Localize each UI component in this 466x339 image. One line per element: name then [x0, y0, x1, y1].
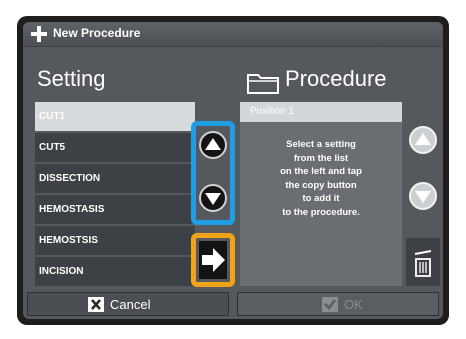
window-title: New Procedure [53, 26, 141, 40]
move-up-button[interactable] [199, 131, 227, 159]
procedure-panel: Position 1 Select a setting from the lis… [240, 102, 402, 286]
settings-list: CUT1 CUT5 DISSECTION HEMOSTASIS HEMOSTSI… [35, 102, 195, 286]
procedure-heading: Procedure [285, 66, 387, 91]
procedure-instructions: Select a setting from the list on the le… [244, 138, 398, 219]
up-arrow-icon [415, 133, 431, 145]
up-arrow-icon [205, 138, 221, 150]
settings-item[interactable]: CUT5 [35, 133, 195, 162]
instruction-line: to add it [302, 193, 340, 204]
close-icon [88, 297, 104, 312]
copy-button[interactable] [199, 241, 227, 279]
right-arrow-icon [202, 248, 225, 272]
screen: New Procedure Setting Procedure CUT1 CUT… [23, 22, 443, 319]
instruction-line: on the left and tap [280, 166, 362, 177]
trash-icon [414, 250, 432, 277]
settings-item[interactable]: CUT1 [35, 102, 195, 131]
instruction-line: from the list [293, 152, 349, 164]
settings-item[interactable]: HEMOSTSIS [35, 226, 195, 255]
down-arrow-icon [205, 193, 221, 205]
delete-button[interactable] [406, 238, 440, 286]
instruction-line: Select a setting [286, 139, 356, 150]
settings-item[interactable]: HEMOSTASIS [35, 195, 195, 224]
button-bar: Cancel OK [27, 292, 439, 316]
ok-button[interactable]: OK [237, 292, 439, 316]
folder-icon [247, 74, 279, 94]
procedure-scroll-down-button[interactable] [409, 182, 437, 210]
down-arrow-icon [415, 191, 431, 203]
instruction-line: to the procedure. [282, 206, 360, 218]
settings-item[interactable]: DISSECTION [35, 164, 195, 193]
procedure-position[interactable]: Position 1 [240, 102, 402, 122]
check-icon [322, 297, 338, 312]
settings-item[interactable]: INCISION [35, 257, 195, 286]
plus-icon [31, 26, 47, 42]
procedure-scroll-up-button[interactable] [409, 126, 437, 154]
setting-heading: Setting [37, 66, 106, 91]
title-bar: New Procedure [23, 22, 443, 47]
device-frame: New Procedure Setting Procedure CUT1 CUT… [17, 16, 449, 325]
instruction-line: the copy button [285, 179, 357, 191]
cancel-label: Cancel [110, 297, 151, 312]
ok-label: OK [344, 297, 363, 312]
move-down-button[interactable] [199, 184, 227, 212]
cancel-button[interactable]: Cancel [27, 292, 229, 316]
